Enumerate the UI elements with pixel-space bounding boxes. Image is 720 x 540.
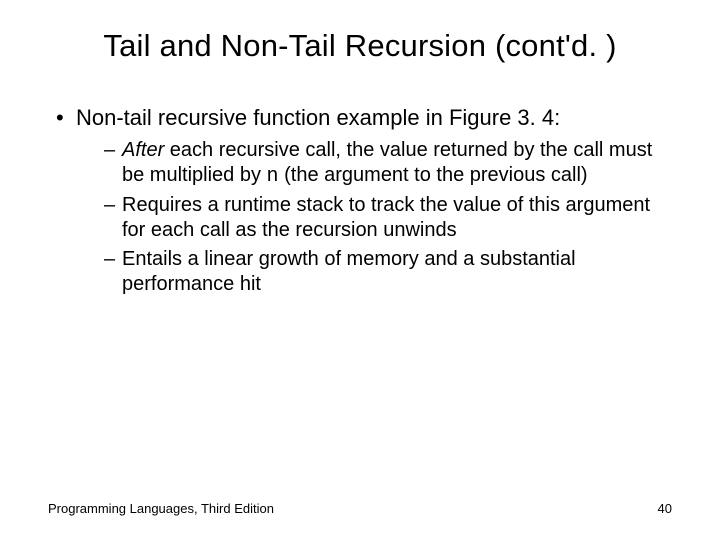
sub3-text: Entails a linear growth of memory and a … — [122, 248, 576, 295]
sub-item: Requires a runtime stack to track the va… — [104, 193, 678, 243]
page-number: 40 — [658, 501, 672, 516]
bullet-list: Non-tail recursive function example in F… — [42, 104, 678, 297]
sub-list: After each recursive call, the value ret… — [76, 138, 678, 297]
slide-title: Tail and Non-Tail Recursion (cont'd. ) — [42, 28, 678, 64]
sub2-text: Requires a runtime stack to track the va… — [122, 194, 650, 241]
bullet-item: Non-tail recursive function example in F… — [52, 104, 678, 297]
sub-item: After each recursive call, the value ret… — [104, 138, 678, 189]
slide: Tail and Non-Tail Recursion (cont'd. ) N… — [0, 0, 720, 540]
sub1-tail: (the argument to the previous call) — [279, 164, 588, 186]
sub-item: Entails a linear growth of memory and a … — [104, 247, 678, 297]
footer-left: Programming Languages, Third Edition — [48, 501, 274, 516]
sub1-prefix: After — [122, 139, 164, 161]
sub1-mono: n — [267, 165, 279, 188]
bullet-text: Non-tail recursive function example in F… — [76, 105, 560, 130]
